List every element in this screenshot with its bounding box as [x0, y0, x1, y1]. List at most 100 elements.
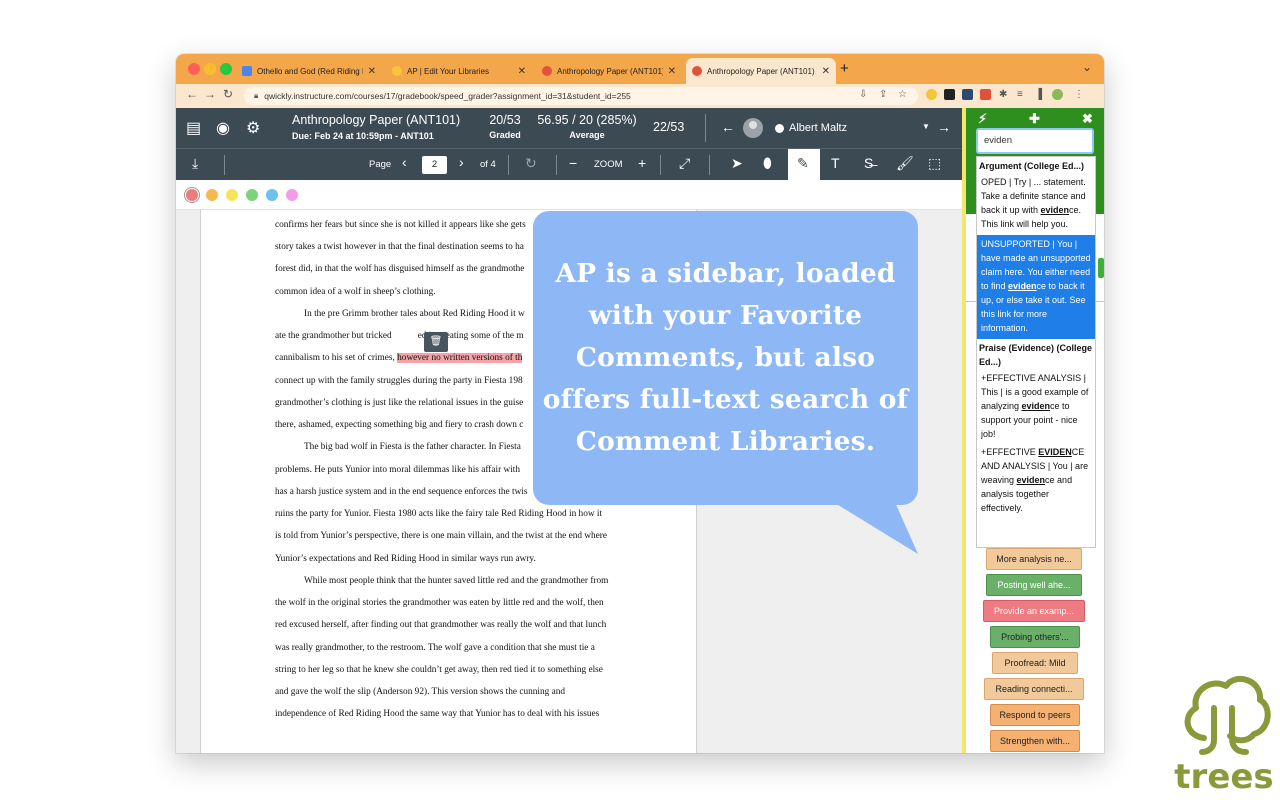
area-icon[interactable]: ⬚: [928, 155, 941, 172]
search-result-item[interactable]: +EFFECTIVE ANALYSIS | This | is a good e…: [977, 369, 1095, 445]
student-selector[interactable]: Albert Maltz: [775, 122, 847, 134]
download-icon[interactable]: ⤓: [192, 155, 198, 172]
color-swatch-pink[interactable]: [286, 189, 298, 201]
address-bar-row: ← → ↻ 🔒︎ qwickly.instructure.com/courses…: [176, 84, 1104, 108]
add-comment-icon[interactable]: ✚: [1029, 111, 1040, 127]
zoom-in-icon[interactable]: +: [638, 155, 646, 171]
draw-icon[interactable]: 🖌︎: [896, 155, 914, 172]
highlight-annotation[interactable]: however no written versions of th: [397, 353, 523, 363]
rotate-icon[interactable]: ↻: [525, 155, 537, 172]
tab-strip: Othello and God (Red Riding H ✕ AP | Edi…: [176, 54, 1104, 84]
profile-icon[interactable]: [1052, 89, 1063, 100]
color-swatch-green[interactable]: [246, 189, 258, 201]
forward-icon[interactable]: →: [204, 87, 216, 101]
pin-icon[interactable]: ⬮: [763, 155, 772, 172]
extensions-puzzle-icon[interactable]: ✱: [999, 89, 1007, 100]
line-text: cannibalism to his set of crimes,: [275, 353, 398, 363]
favorite-comment-chip[interactable]: Proofread: Mild: [992, 652, 1078, 674]
next-page-icon[interactable]: ›: [459, 154, 464, 170]
divider: [224, 155, 225, 175]
sidepanel-icon[interactable]: ▐: [1035, 89, 1042, 100]
fullscreen-icon[interactable]: ⤢: [679, 155, 690, 172]
library-search-input[interactable]: eviden: [976, 128, 1094, 154]
zoom-out-icon[interactable]: −: [569, 155, 577, 171]
browser-tab[interactable]: Othello and God (Red Riding H ✕: [236, 58, 382, 84]
favorite-comment-chip[interactable]: Provide an examp...: [983, 600, 1085, 622]
tab-label: Anthropology Paper (ANT101): [557, 66, 663, 76]
favorite-comment-chip[interactable]: Strengthen with...: [990, 730, 1080, 752]
assignment-title[interactable]: Anthropology Paper (ANT101): [292, 113, 460, 127]
ap-extension-icon[interactable]: [926, 89, 937, 100]
document-line: has a harsh justice system and in the en…: [275, 487, 528, 497]
back-icon[interactable]: ←: [186, 87, 198, 101]
result-group-heading: Argument (College Ed...): [979, 161, 1085, 171]
search-result-item[interactable]: +EFFECTIVE EVIDENCE AND ANALYSIS | You |…: [977, 445, 1095, 519]
pointer-icon[interactable]: ➤: [731, 155, 743, 172]
search-result-item-selected[interactable]: UNSUPPORTED | You | have made an unsuppo…: [977, 235, 1095, 339]
close-tab-icon[interactable]: ✕: [368, 66, 376, 77]
maximize-window-dot[interactable]: [220, 63, 232, 75]
callout-tail-shape: [830, 500, 918, 554]
page-label: Page: [369, 159, 392, 170]
close-tab-icon[interactable]: ✕: [822, 66, 830, 77]
next-student-icon[interactable]: →: [937, 119, 951, 135]
gradebook-icon[interactable]: ▤: [186, 118, 201, 138]
reading-list-icon[interactable]: ≡: [1017, 89, 1023, 100]
previous-page-icon[interactable]: ‹: [402, 154, 407, 170]
lock-icon: 🔒︎: [254, 91, 259, 100]
highlight-tool-button[interactable]: ✎: [788, 149, 820, 181]
close-tab-icon[interactable]: ✕: [668, 66, 676, 77]
new-tab-button[interactable]: +: [840, 60, 849, 77]
chevron-down-icon[interactable]: ▼: [922, 122, 930, 131]
qr-extension-icon[interactable]: [962, 89, 973, 100]
graded-label: Graded: [489, 130, 521, 140]
search-result-item[interactable]: OPED | Try | ... statement. Take a defin…: [977, 173, 1095, 235]
favorite-comment-chip[interactable]: Probing others'...: [990, 626, 1080, 648]
color-swatch-blue[interactable]: [266, 189, 278, 201]
document-line: story takes a twist however in that the …: [275, 242, 524, 252]
favorite-comment-chip[interactable]: More analysis ne...: [986, 548, 1082, 570]
callout-line: with your Favorite: [588, 300, 863, 331]
bookmark-star-icon[interactable]: ☆: [898, 89, 907, 100]
previous-student-icon[interactable]: ←: [721, 119, 735, 135]
favorite-comment-chip[interactable]: Respond to peers: [990, 704, 1080, 726]
average-value: 56.95 / 20 (285%): [537, 113, 637, 127]
color-swatch-yellow[interactable]: [226, 189, 238, 201]
text-icon[interactable]: T: [831, 155, 840, 171]
url-text: qwickly.instructure.com/courses/17/grade…: [264, 91, 631, 101]
url-field[interactable]: 🔒︎ qwickly.instructure.com/courses/17/gr…: [244, 87, 918, 105]
share-icon[interactable]: ⇪: [879, 89, 887, 100]
browser-tab[interactable]: Anthropology Paper (ANT101) ✕: [536, 58, 682, 84]
annotation-toolbar: ⤓ Page ‹ 2 › of 4 ↻ − ZOOM + ⤢ ➤ ⬮ ✎ T S…: [176, 148, 966, 181]
lightning-icon[interactable]: ⚡︎: [978, 111, 987, 127]
favorite-comment-chip[interactable]: Posting well ahe...: [986, 574, 1082, 596]
page-number-input[interactable]: 2: [422, 156, 447, 174]
speedgrader-header: ▤ ◉ ⚙ Anthropology Paper (ANT101) Due: F…: [176, 108, 966, 148]
red-extension-icon[interactable]: [980, 89, 991, 100]
zoom-label: ZOOM: [594, 159, 623, 170]
close-window-dot[interactable]: [188, 63, 200, 75]
browser-tab[interactable]: AP | Edit Your Libraries ✕: [386, 58, 532, 84]
eye-icon[interactable]: ◉: [216, 118, 230, 138]
delete-annotation-button[interactable]: 🗑︎: [424, 332, 448, 352]
more-menu-icon[interactable]: ⋮: [1074, 89, 1084, 100]
status-dot-icon: [775, 123, 784, 133]
color-swatch-orange[interactable]: [206, 189, 218, 201]
minimize-window-dot[interactable]: [204, 63, 216, 75]
install-icon[interactable]: ⇩: [859, 89, 867, 100]
document-line: connect up with the family struggles dur…: [275, 376, 523, 386]
strikeout-icon[interactable]: S̶: [864, 155, 873, 171]
notion-extension-icon[interactable]: [944, 89, 955, 100]
close-sidebar-icon[interactable]: ✖: [1082, 111, 1093, 127]
sidebar-tab[interactable]: [1098, 258, 1104, 278]
tab-label: Anthropology Paper (ANT101): [707, 66, 815, 76]
reload-icon[interactable]: ↻: [223, 87, 233, 101]
document-line: grandmother’s clothing is just like the …: [275, 398, 524, 408]
close-tab-icon[interactable]: ✕: [518, 66, 526, 77]
browser-tab-active[interactable]: Anthropology Paper (ANT101) ✕: [686, 58, 836, 84]
tab-search-chevron-icon[interactable]: ⌄: [1082, 60, 1092, 74]
result-match: EVIDEN: [1038, 447, 1072, 457]
favorite-comment-chip[interactable]: Reading connecti...: [984, 678, 1084, 700]
settings-gear-icon[interactable]: ⚙: [246, 118, 260, 138]
color-swatch-red[interactable]: [186, 189, 198, 201]
